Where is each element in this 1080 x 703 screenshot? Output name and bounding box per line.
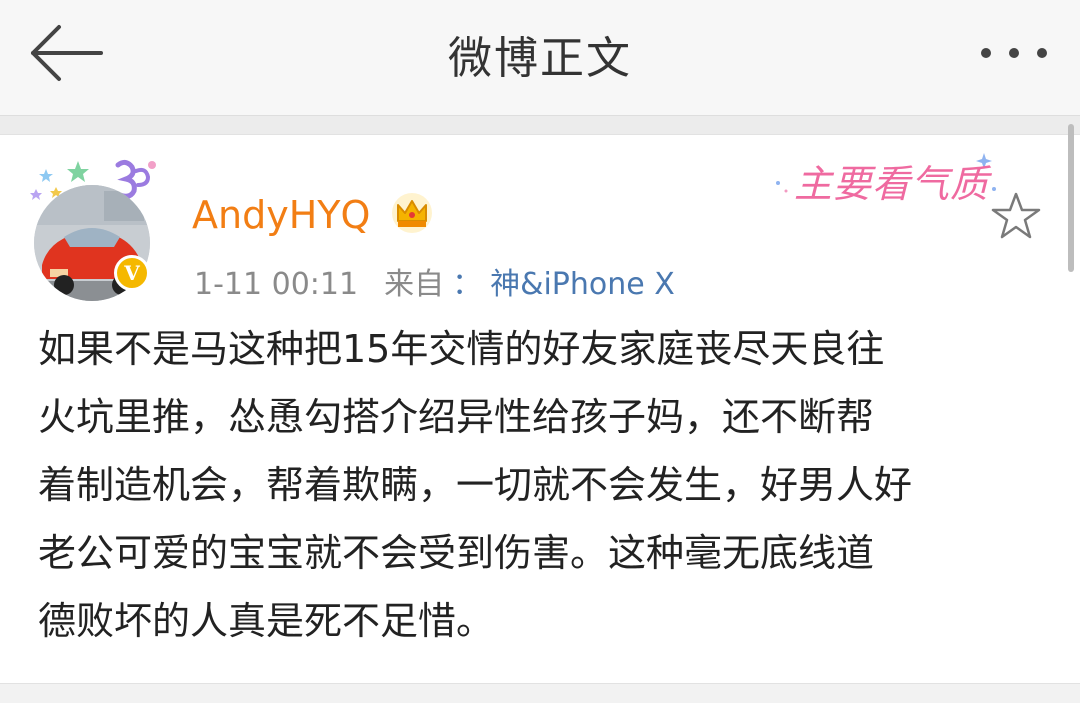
more-options-button[interactable] [972,28,1056,78]
favorite-button[interactable] [988,189,1044,245]
post-card: V AndyHYQ 1-11 00:11 来自：神&iPhone X 主要看气质 [0,134,1080,684]
avatar-container[interactable]: V [26,157,166,307]
more-horizontal-icon [981,48,1047,58]
page-title: 微博正文 [448,33,632,84]
source-colon: ： [452,267,483,302]
scrollbar[interactable] [1068,124,1074,272]
source-link[interactable]: 神&iPhone X [490,267,675,302]
brand-sticker: 主要看气质 [772,149,1002,206]
section-divider [0,116,1080,134]
sticker-text: 主要看气质 [794,162,990,206]
post-time: 1-11 00:11 [194,267,359,302]
source-prefix: 来自 [384,267,445,302]
star-outline-icon [991,192,1041,239]
post-body-text: 如果不是马这种把15年交情的好友家庭丧尽天良往 火坑里推，怂恿勾搭介绍异性给孩子… [38,327,913,643]
weibo-post-screen: 微博正文 V AndyHYQ 1-11 00:11 来自 ： 神&iPhone … [0,0,1080,703]
crown-icon [392,193,432,233]
verified-badge: V [114,255,150,291]
top-navigation-bar: 微博正文 [0,0,1080,116]
post-meta: 1-11 00:11 来自：神&iPhone X [194,259,675,303]
username-link[interactable]: AndyHYQ [192,193,370,237]
